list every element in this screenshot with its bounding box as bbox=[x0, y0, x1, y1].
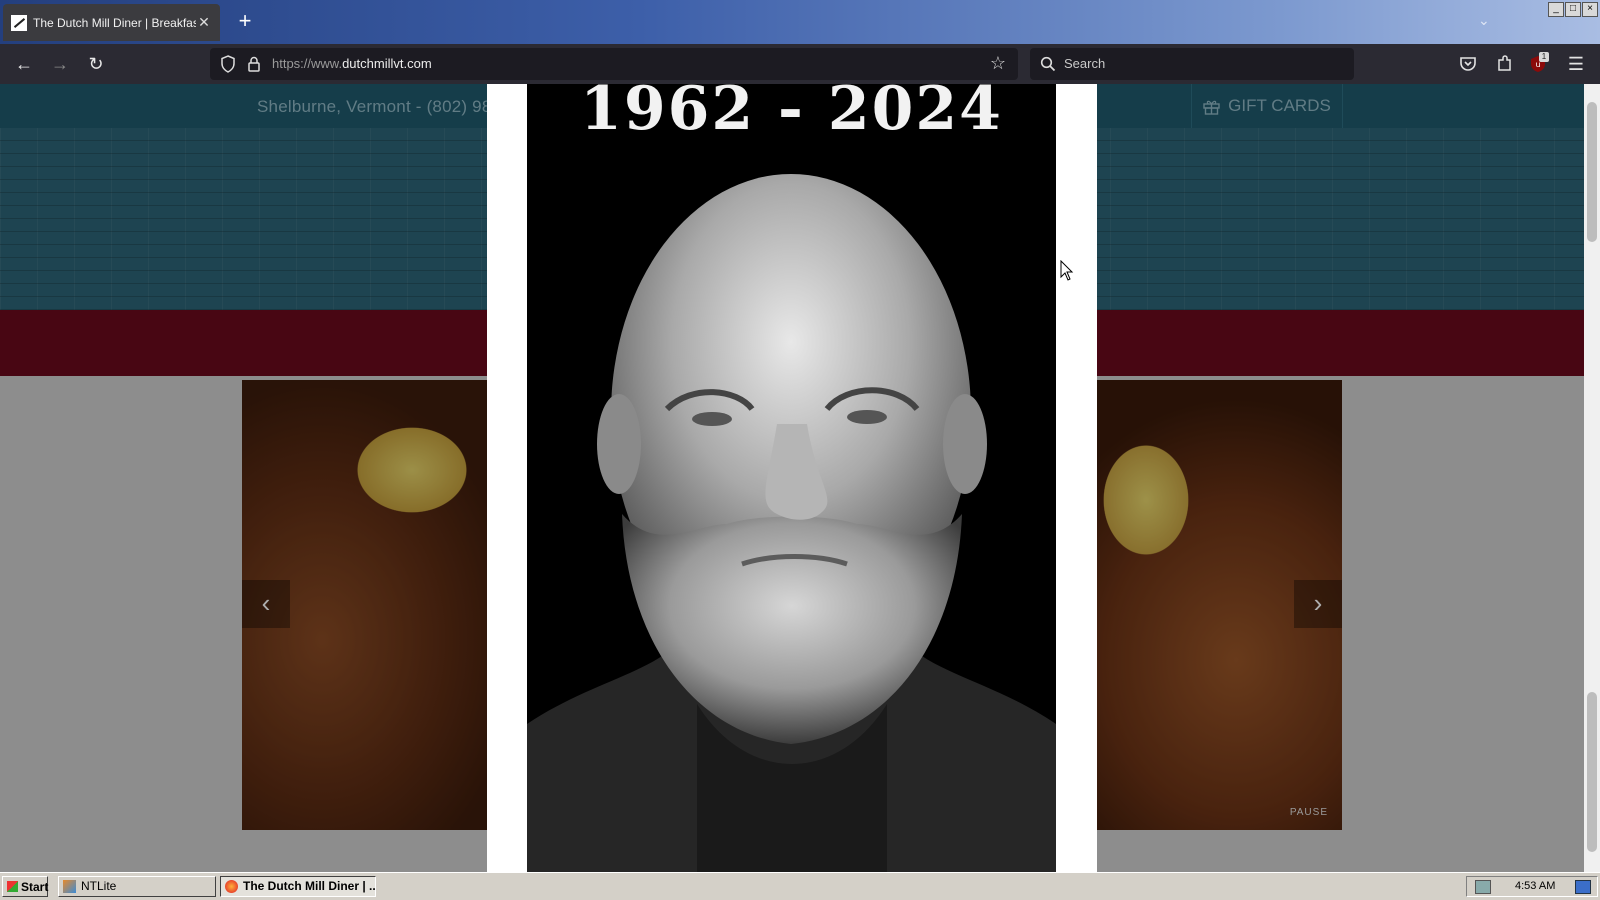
search-placeholder: Search bbox=[1064, 56, 1106, 71]
site-favicon-icon bbox=[11, 14, 27, 31]
pocket-icon[interactable] bbox=[1458, 54, 1478, 74]
search-input[interactable]: Search bbox=[1030, 48, 1354, 80]
browser-tab-active[interactable]: The Dutch Mill Diner | Breakfast & L ✕ bbox=[3, 4, 220, 41]
search-icon bbox=[1040, 56, 1056, 72]
start-button[interactable]: Start bbox=[2, 876, 48, 897]
new-tab-button[interactable]: + bbox=[234, 10, 256, 32]
scrollbar-thumb-secondary[interactable] bbox=[1587, 692, 1597, 852]
url-text: https://www.dutchmillvt.com bbox=[272, 56, 432, 71]
taskbar-clock[interactable]: 4:53 AM bbox=[1515, 877, 1555, 896]
taskbar-item-browser[interactable]: The Dutch Mill Diner | ... bbox=[220, 876, 376, 897]
taskbar-item-label: NTLite bbox=[81, 879, 117, 893]
browser-tab-strip: The Dutch Mill Diner | Breakfast & L ✕ +… bbox=[0, 0, 1600, 44]
browser-nav-bar: ← → ↻ https://www.dutchmillvt.com ☆ Sear… bbox=[0, 44, 1600, 84]
tab-close-icon[interactable]: ✕ bbox=[196, 14, 212, 31]
firefox-app-icon bbox=[225, 880, 238, 893]
memorial-modal: 1962 - 2024 bbox=[487, 84, 1097, 872]
bookmark-star-icon[interactable]: ☆ bbox=[990, 53, 1006, 74]
desktop-tray-icon[interactable] bbox=[1575, 880, 1591, 894]
tab-title: The Dutch Mill Diner | Breakfast & L bbox=[33, 15, 196, 30]
back-icon[interactable]: ← bbox=[12, 52, 36, 76]
address-bar[interactable]: https://www.dutchmillvt.com ☆ bbox=[210, 48, 1018, 80]
taskbar-item-ntlite[interactable]: NTLite bbox=[58, 876, 216, 897]
portrait-drawing bbox=[527, 174, 1056, 872]
mouse-cursor-icon bbox=[1060, 260, 1074, 281]
taskbar-item-label: The Dutch Mill Diner | ... bbox=[243, 879, 376, 893]
network-tray-icon[interactable] bbox=[1475, 880, 1491, 894]
restore-window-button[interactable]: □ bbox=[1565, 2, 1581, 17]
lock-icon[interactable] bbox=[246, 55, 262, 73]
reload-icon[interactable]: ↻ bbox=[84, 52, 108, 76]
memorial-portrait-image: 1962 - 2024 bbox=[527, 84, 1056, 872]
extension-badge: 1 bbox=[1539, 52, 1549, 62]
scrollbar-thumb[interactable] bbox=[1587, 102, 1597, 242]
minimize-window-button[interactable]: _ bbox=[1548, 2, 1564, 17]
system-tray: 4:53 AM bbox=[1466, 876, 1598, 897]
shield-icon[interactable] bbox=[220, 55, 236, 73]
page-scrollbar[interactable] bbox=[1584, 84, 1600, 872]
os-taskbar: Start NTLite The Dutch Mill Diner | ... … bbox=[0, 872, 1600, 900]
close-window-button[interactable]: × bbox=[1582, 2, 1598, 17]
menu-icon[interactable]: ☰ bbox=[1566, 54, 1586, 74]
ntlite-app-icon bbox=[63, 880, 76, 893]
forward-icon[interactable]: → bbox=[48, 52, 72, 76]
list-all-tabs-chevron-icon[interactable]: ⌄ bbox=[1478, 12, 1490, 29]
extensions-icon[interactable] bbox=[1494, 54, 1514, 74]
memorial-years-text: 1962 - 2024 bbox=[580, 84, 1003, 144]
